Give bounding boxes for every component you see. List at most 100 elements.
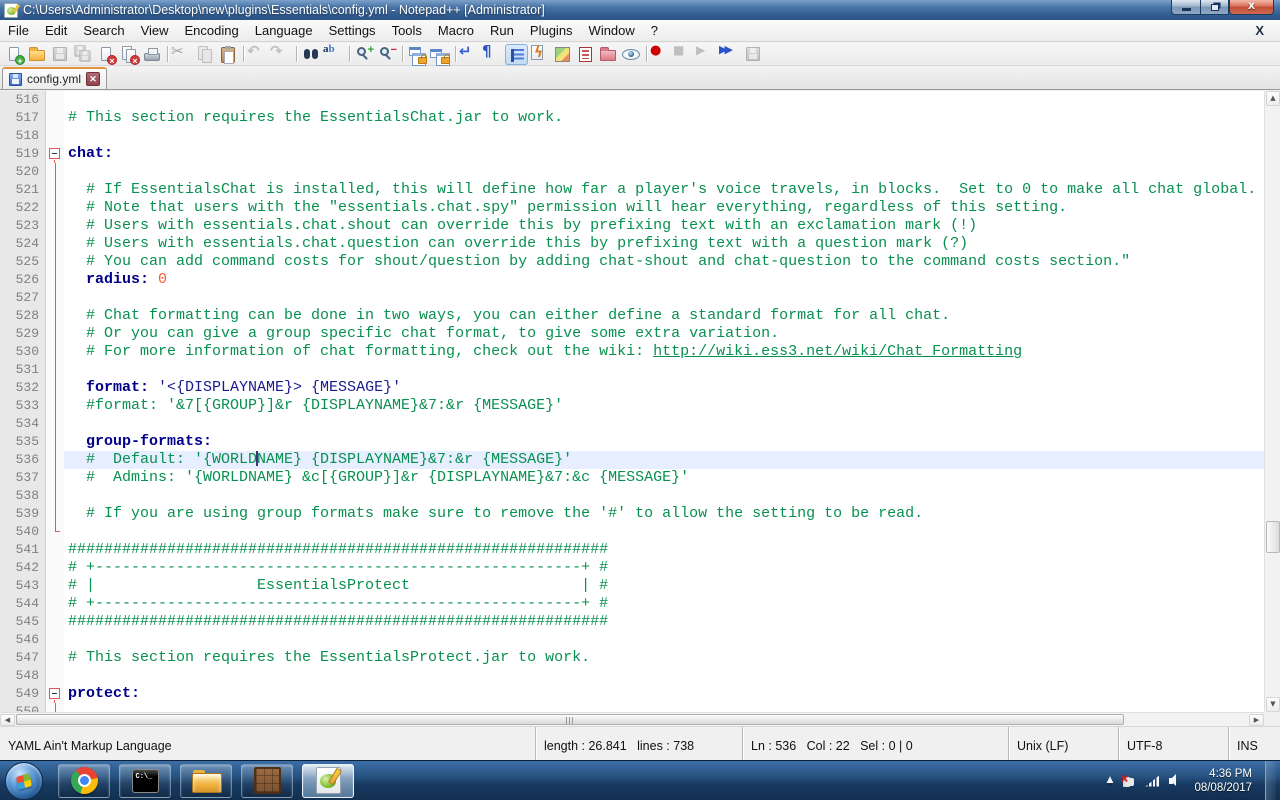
- scroll-down-arrow[interactable]: ▼: [1266, 697, 1280, 712]
- restore-button[interactable]: [1200, 0, 1229, 15]
- code-line-524[interactable]: 524 # Users with essentials.chat.questio…: [0, 235, 1264, 253]
- vertical-scroll-thumb[interactable]: [1266, 521, 1280, 553]
- code-line-519[interactable]: 519 chat:: [0, 145, 1264, 165]
- menu-item-file[interactable]: File: [0, 20, 37, 41]
- code-line-529[interactable]: 529 # Or you can give a group specific c…: [0, 325, 1264, 343]
- function-list-button[interactable]: [528, 44, 551, 65]
- menu-item-settings[interactable]: Settings: [321, 20, 384, 41]
- sync-scroll-horizontal-button[interactable]: [429, 44, 452, 66]
- code-line-516[interactable]: 516: [0, 91, 1264, 109]
- code-line-531[interactable]: 531: [0, 361, 1264, 379]
- code-line-540[interactable]: 540: [0, 523, 1264, 541]
- taskbar-button-minecraft[interactable]: [241, 763, 293, 798]
- start-button[interactable]: [5, 761, 43, 800]
- redo-button[interactable]: ↷: [270, 43, 293, 65]
- scroll-left-arrow[interactable]: ◀: [0, 714, 15, 726]
- volume-icon[interactable]: [1169, 774, 1185, 787]
- menu-item-encoding[interactable]: Encoding: [177, 20, 247, 41]
- code-line-523[interactable]: 523 # Users with essentials.chat.shout c…: [0, 217, 1264, 235]
- menu-item-search[interactable]: Search: [75, 20, 132, 41]
- menu-item-language[interactable]: Language: [247, 20, 321, 41]
- hidden-icons-button[interactable]: ▲: [1107, 776, 1114, 785]
- menu-item-window[interactable]: Window: [581, 20, 643, 41]
- code-line-541[interactable]: 541 #####################################…: [0, 541, 1264, 559]
- code-line-549[interactable]: 549 protect:: [0, 685, 1264, 705]
- code-line-548[interactable]: 548: [0, 667, 1264, 685]
- zoom-out-button[interactable]: −: [376, 44, 399, 65]
- code-line-545[interactable]: 545 #####################################…: [0, 613, 1264, 631]
- code-line-542[interactable]: 542 # +----------------------------------…: [0, 559, 1264, 577]
- code-line-544[interactable]: 544 # +----------------------------------…: [0, 595, 1264, 613]
- network-signal-icon[interactable]: [1145, 774, 1161, 787]
- undo-button[interactable]: ↶: [247, 43, 270, 65]
- show-indent-guide-button[interactable]: [505, 43, 528, 65]
- menu-item-macro[interactable]: Macro: [430, 20, 482, 41]
- document-close-button[interactable]: X: [1249, 23, 1270, 38]
- save-button[interactable]: [49, 44, 72, 65]
- taskbar-button-explorer[interactable]: [180, 763, 232, 798]
- close-button[interactable]: ×: [95, 44, 118, 66]
- macro-playback-button[interactable]: ▶: [696, 44, 719, 65]
- macro-record-button[interactable]: ●: [650, 44, 673, 65]
- fold-collapse-icon[interactable]: [49, 688, 60, 705]
- clock[interactable]: 4:36 PM 08/08/2017: [1194, 767, 1256, 795]
- menu-item-help[interactable]: ?: [643, 20, 666, 41]
- taskbar-button-cmd[interactable]: [119, 763, 171, 798]
- code-line-535[interactable]: 535 group-formats:: [0, 433, 1264, 451]
- code-line-530[interactable]: 530 # For more information of chat forma…: [0, 343, 1264, 361]
- horizontal-scroll-thumb[interactable]: [16, 714, 1124, 725]
- horizontal-scrollbar[interactable]: ◀ ▶: [0, 712, 1264, 726]
- code-line-536[interactable]: 536 # Default: '{WORLDNAME} {DISPLAYNAME…: [0, 450, 1264, 469]
- paste-button[interactable]: [217, 44, 240, 65]
- cut-button[interactable]: ✂: [171, 43, 194, 65]
- tab-config-yml[interactable]: config.yml ✕: [2, 67, 108, 89]
- code-line-539[interactable]: 539 # If you are using group formats mak…: [0, 505, 1264, 523]
- menu-item-edit[interactable]: Edit: [37, 20, 75, 41]
- macro-run-multiple-button[interactable]: ▶▶: [719, 44, 742, 65]
- macro-save-button[interactable]: [742, 44, 765, 65]
- macro-stop-button[interactable]: ■: [673, 44, 696, 65]
- menu-item-plugins[interactable]: Plugins: [522, 20, 581, 41]
- code-line-520[interactable]: 520: [0, 163, 1264, 181]
- code-line-543[interactable]: 543 # | EssentialsProtect | #: [0, 577, 1264, 595]
- zoom-in-button[interactable]: +: [353, 44, 376, 65]
- code-line-532[interactable]: 532 format: '<{DISPLAYNAME}> {MESSAGE}': [0, 379, 1264, 397]
- document-map-button[interactable]: [551, 44, 574, 65]
- word-wrap-button[interactable]: ↵: [459, 43, 482, 65]
- code-line-533[interactable]: 533 #format: '&7[{GROUP}]&r {DISPLAYNAME…: [0, 397, 1264, 415]
- code-line-527[interactable]: 527: [0, 289, 1264, 307]
- power-status-icon[interactable]: [1120, 772, 1136, 788]
- code-line-522[interactable]: 522 # Note that users with the "essentia…: [0, 199, 1264, 217]
- find-button[interactable]: [300, 44, 323, 65]
- document-list-button[interactable]: [574, 44, 597, 65]
- new-file-button[interactable]: +: [3, 44, 26, 66]
- taskbar-button-notepad-plus-plus[interactable]: [302, 763, 354, 798]
- scroll-right-arrow[interactable]: ▶: [1249, 714, 1264, 726]
- code-lines[interactable]: 516 517 # This section requires the Essent…: [0, 91, 1264, 712]
- show-all-characters-button[interactable]: ¶: [482, 43, 505, 65]
- code-line-550[interactable]: 550: [0, 703, 1264, 712]
- fold-collapse-icon[interactable]: [49, 148, 60, 165]
- save-all-button[interactable]: [72, 44, 95, 65]
- code-line-528[interactable]: 528 # Chat formatting can be done in two…: [0, 307, 1264, 325]
- menu-item-tools[interactable]: Tools: [384, 20, 430, 41]
- menu-item-run[interactable]: Run: [482, 20, 522, 41]
- code-line-525[interactable]: 525 # You can add command costs for shou…: [0, 253, 1264, 271]
- copy-button[interactable]: [194, 44, 217, 65]
- menu-item-view[interactable]: View: [133, 20, 177, 41]
- close-button[interactable]: X: [1229, 0, 1274, 15]
- folder-as-workspace-button[interactable]: [597, 44, 620, 65]
- replace-button[interactable]: ab: [323, 43, 346, 65]
- code-line-517[interactable]: 517 # This section requires the Essential…: [0, 109, 1264, 127]
- close-all-button[interactable]: ×: [118, 44, 141, 66]
- code-line-547[interactable]: 547 # This section requires the Essential…: [0, 649, 1264, 667]
- code-line-537[interactable]: 537 # Admins: '{WORLDNAME} &c[{GROUP}]&r…: [0, 469, 1264, 487]
- minimize-button[interactable]: [1171, 0, 1200, 15]
- code-line-526[interactable]: 526 radius: 0: [0, 271, 1264, 289]
- print-button[interactable]: [141, 44, 164, 65]
- vertical-scrollbar[interactable]: ▲ ▼: [1264, 91, 1280, 712]
- code-line-538[interactable]: 538: [0, 487, 1264, 505]
- scroll-up-arrow[interactable]: ▲: [1266, 91, 1280, 106]
- code-line-518[interactable]: 518: [0, 127, 1264, 145]
- tab-close-icon[interactable]: ✕: [86, 72, 101, 86]
